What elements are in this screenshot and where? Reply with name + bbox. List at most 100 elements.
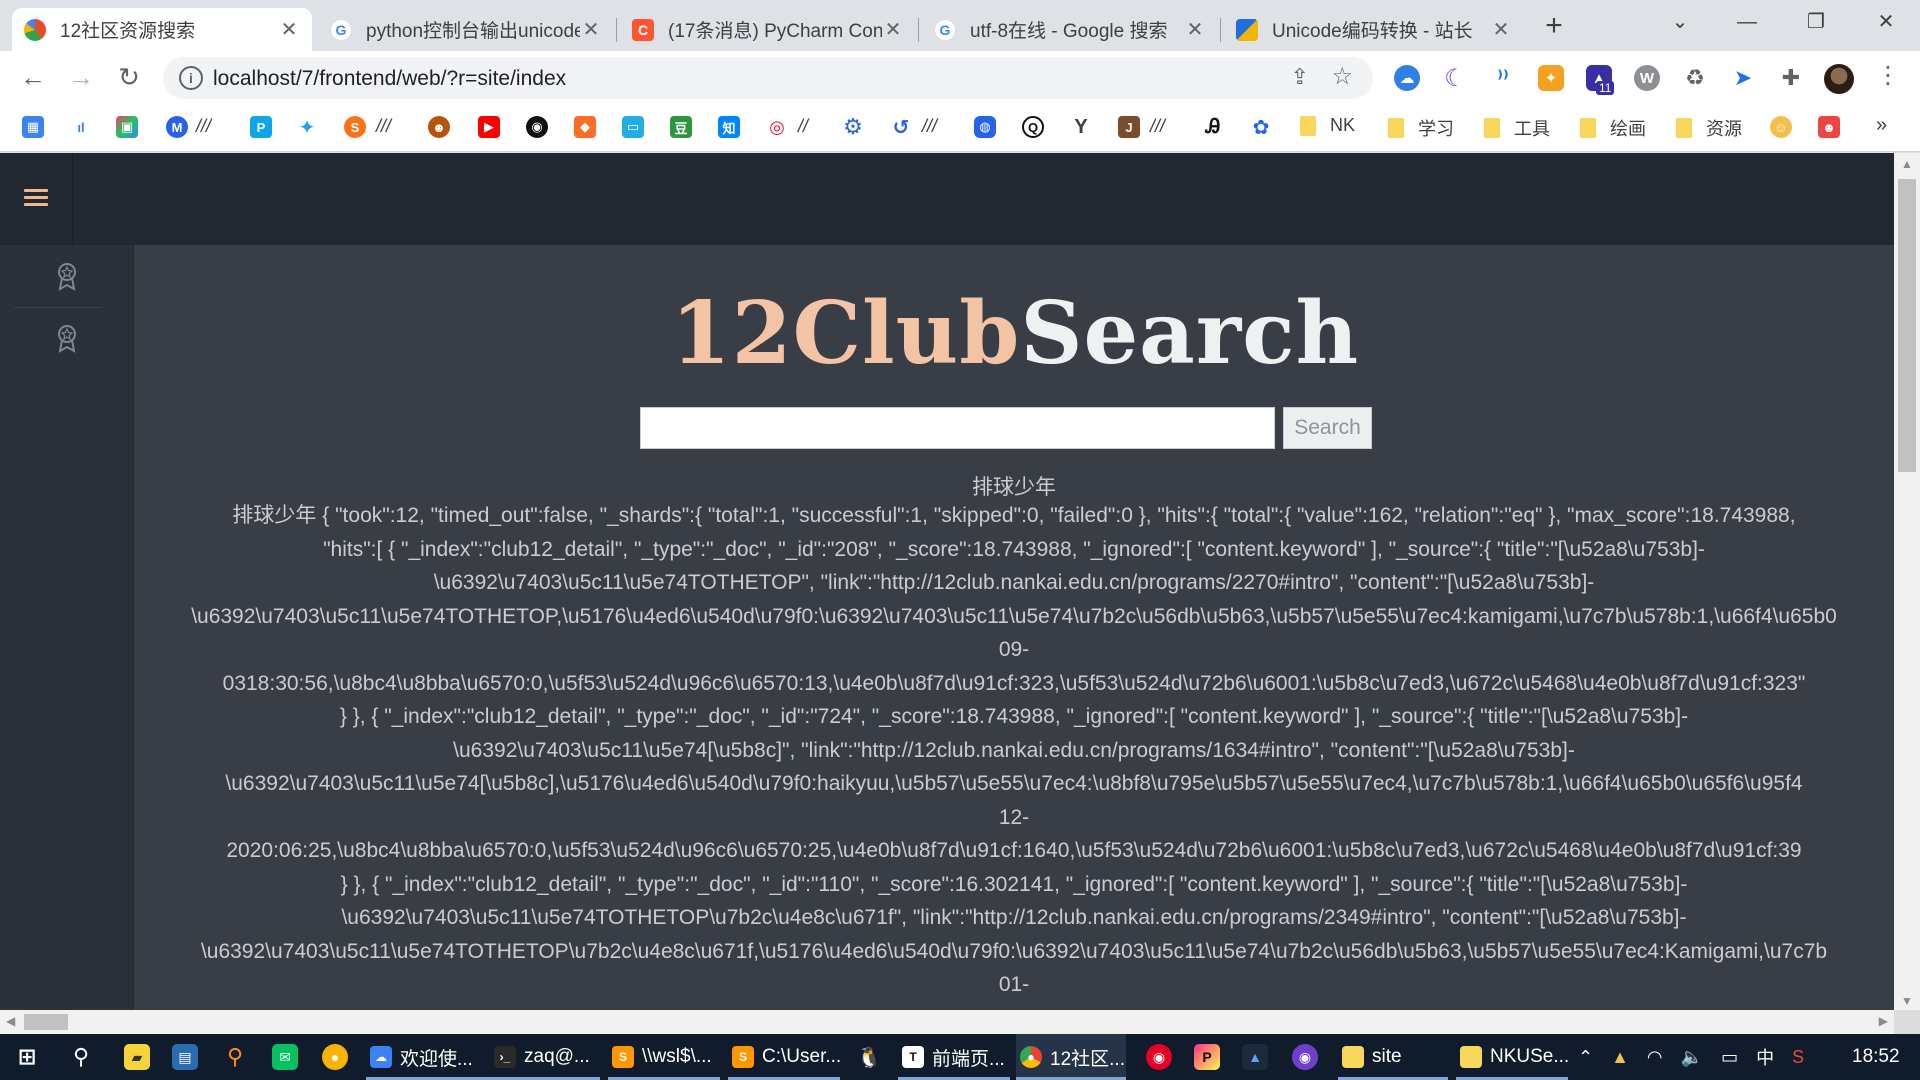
puzzle-extensions-icon[interactable]: ✚ [1778,65,1804,91]
bookmark-circle-icon[interactable]: ◍ [974,116,996,138]
site-info-icon[interactable]: i [179,66,203,90]
zhihu-icon[interactable]: 知 [718,116,740,138]
tray-overflow-icon[interactable]: ⌃ [1578,1047,1593,1068]
bookmarks-overflow-button[interactable]: » [1876,114,1887,137]
search-icon[interactable]: ⚲ [68,1044,94,1070]
wechat-icon[interactable]: ✉ [272,1044,298,1070]
wifi-icon[interactable]: ◠ [1647,1047,1663,1068]
jetbrains-icon[interactable]: P [1194,1044,1220,1070]
vertical-scrollbar[interactable]: ▲ ▼ [1894,153,1920,1010]
scroll-left-arrow-icon[interactable]: ◀ [6,1014,15,1028]
gear-icon[interactable]: ⚙ [842,114,864,139]
close-icon[interactable]: ✕ [882,17,904,42]
taskbar-app[interactable]: S \\wsl$\... [608,1034,720,1080]
taskbar-app[interactable]: ☁ 欢迎使... [366,1034,490,1080]
window-close-button[interactable]: ✕ [1866,6,1906,38]
close-icon[interactable]: ✕ [580,17,602,42]
url-text[interactable]: localhost/7/frontend/web/?r=site/index [213,67,566,91]
share-icon[interactable]: ⇪ [1291,64,1309,90]
browser-tab[interactable]: G utf-8在线 - Google 搜索 ✕ [922,8,1218,51]
bookmark-apps-icon[interactable]: ▣ [116,116,138,138]
profile-avatar[interactable] [1824,64,1854,94]
baidu-paw-icon[interactable]: ✿ [1250,116,1272,139]
bookmark-star-icon[interactable]: ☆ [1331,62,1353,91]
bookmark-sketch-icon[interactable]: Ꭿ [1202,116,1224,138]
yellow-ball-app-icon[interactable]: ● [322,1044,348,1070]
dark-app-icon[interactable]: ▲ [1242,1044,1268,1070]
bookmark-avatar-icon[interactable]: ☻ [428,116,450,138]
ime-indicator[interactable]: 中 [1756,1044,1774,1070]
bookmark-audio-icon[interactable]: ıl [70,116,92,138]
bilibili-icon[interactable]: ▭ [622,116,644,138]
bookmark-m-icon[interactable]: M [166,116,188,138]
new-tab-button[interactable]: + [1537,10,1571,44]
sticky-notes-icon[interactable]: ▰ [124,1044,150,1070]
close-icon[interactable]: ✕ [278,17,300,42]
taskbar-app[interactable]: S C:\User... [728,1034,840,1080]
taskbar-app[interactable]: ● 12社区... [1016,1034,1126,1080]
bookmark-folder[interactable]: NK [1300,115,1355,136]
close-icon[interactable]: ✕ [1490,17,1512,42]
bookmark-j-icon[interactable]: J [1118,116,1140,138]
scroll-down-arrow-icon[interactable]: ▼ [1901,994,1913,1008]
bookmark-folder[interactable]: 工具 [1484,115,1550,141]
browser-menu-icon[interactable]: ⋮ [1876,61,1900,90]
twitter-icon[interactable]: ✦ [296,116,318,139]
github-desktop-icon[interactable]: ◉ [1292,1044,1318,1070]
dark-mode-extension-icon[interactable]: ☾ [1442,65,1468,92]
volume-icon[interactable]: 🔈 [1681,1047,1703,1068]
battery-icon[interactable]: ▭ [1721,1047,1738,1068]
github-icon[interactable]: ◉ [526,116,548,138]
sogou-input-icon[interactable]: S [1792,1047,1804,1068]
wordpress-extension-icon[interactable]: W [1634,65,1660,91]
back-button[interactable]: ← [16,61,50,95]
bookmark-v-icon[interactable]: Y [1070,116,1092,138]
cursor-extension-icon[interactable]: ➤ [1730,65,1756,91]
scroll-up-arrow-icon[interactable]: ▲ [1901,157,1913,171]
recycle-extension-icon[interactable]: ♻ [1682,65,1708,91]
tray-cat-icon[interactable]: ▲ [1611,1047,1629,1068]
history-icon[interactable]: ↺ [890,116,912,139]
taskbar-app[interactable]: site [1338,1034,1448,1080]
gitlab-icon[interactable]: ◆ [574,116,596,138]
hamburger-menu-icon[interactable] [24,189,48,207]
taskbar-app[interactable]: ›_ zaq@... [490,1034,600,1080]
browser-tab[interactable]: G python控制台输出unicode ✕ [318,8,614,51]
bookmark-folder[interactable]: 资源 [1676,115,1742,141]
horizontal-scroll-thumb[interactable] [24,1014,68,1030]
browser-tab[interactable]: 12社区资源搜索 ✕ [12,8,312,51]
windows-start-icon[interactable]: ⊞ [14,1044,40,1070]
reload-button[interactable]: ↻ [112,61,146,95]
bookmark-q-icon[interactable]: Q [1022,116,1044,138]
weibo-icon[interactable]: ◎ [766,116,788,138]
horizontal-scrollbar[interactable]: ◀ ▶ [0,1010,1894,1034]
youtube-icon[interactable]: ▶ [478,116,500,138]
minimize-button[interactable]: — [1727,6,1767,38]
bookmark-s-icon[interactable]: S [344,116,366,138]
audio-extension-icon[interactable]: ⁾⁾ [1490,65,1516,91]
cloud-extension-icon[interactable]: ☁ [1394,65,1420,91]
search-input[interactable] [640,407,1275,449]
bookmark-folder[interactable]: 绘画 [1580,115,1646,141]
bookmark-p-icon[interactable]: P [250,116,272,138]
everything-search-icon[interactable]: ⚲ [222,1044,248,1070]
bookmark-board-icon[interactable]: ▦ [22,116,44,138]
taskbar-app[interactable]: NKUSe... [1456,1034,1568,1080]
taskbar-app[interactable]: T 前端页... [898,1034,1010,1080]
vertical-scroll-thumb[interactable] [1898,179,1916,472]
taskbar-clock[interactable]: 18:52 [1852,1046,1900,1068]
browser-tab[interactable]: C (17条消息) PyCharm Con ✕ [620,8,916,51]
forward-button[interactable]: → [64,61,98,95]
close-icon[interactable]: ✕ [1184,17,1206,42]
douban-icon[interactable]: 豆 [670,116,692,138]
restore-button[interactable]: ❐ [1796,6,1836,38]
bookmark-cat-icon[interactable]: ☺ [1770,116,1792,138]
bookmark-folder[interactable]: 学习 [1388,115,1454,141]
qq-penguin-icon[interactable]: 🐧 [856,1044,882,1070]
file-manager-icon[interactable]: ▤ [172,1044,198,1070]
scroll-right-arrow-icon[interactable]: ▶ [1879,1014,1888,1028]
browser-tab[interactable]: Unicode编码转换 - 站长 ✕ [1224,8,1524,51]
bookmark-face-icon[interactable]: ☻ [1818,116,1840,138]
search-button[interactable]: Search [1283,407,1372,449]
tab-search-chevron-icon[interactable]: ⌄ [1660,6,1700,38]
